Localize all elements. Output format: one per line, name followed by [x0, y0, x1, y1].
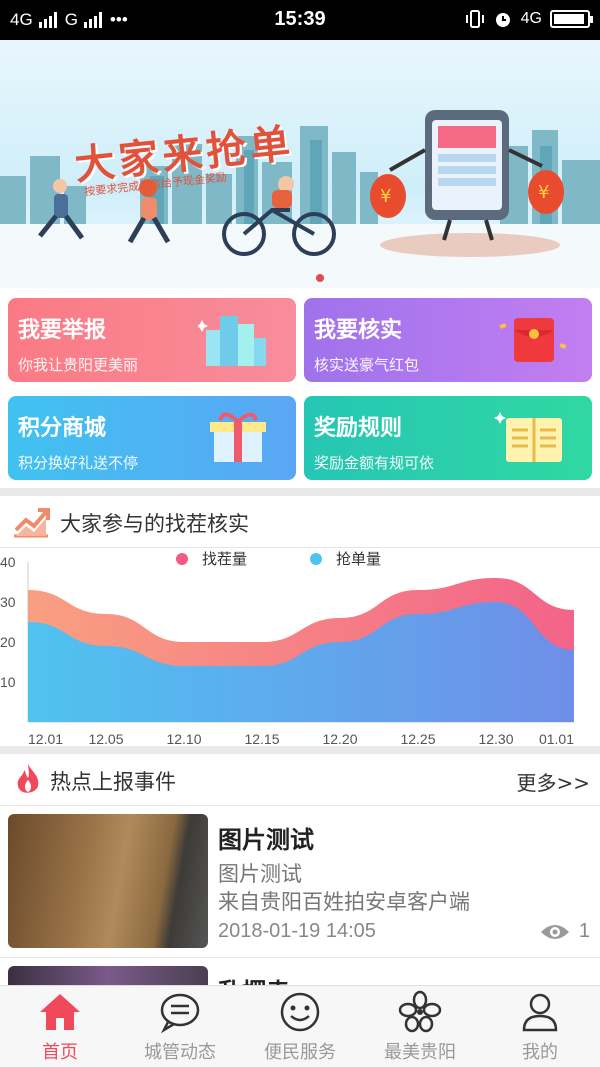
view-count-value: 1 — [578, 920, 590, 942]
red-envelope-icon — [499, 318, 567, 362]
smiley-icon — [280, 992, 320, 1032]
open-book-icon — [494, 412, 562, 462]
tab-profile[interactable]: 我的 — [480, 986, 600, 1067]
flame-icon — [17, 764, 39, 793]
section-separator — [0, 746, 600, 754]
home-icon — [40, 994, 80, 1030]
tab-home[interactable]: 首页 — [0, 986, 120, 1067]
status-bar: 4G G ••• 15:39 4G — [0, 0, 600, 40]
tab-profile-label: 我的 — [522, 1042, 558, 1063]
vibrate-icon — [465, 10, 484, 28]
carousel-dot-active[interactable] — [316, 274, 324, 282]
more-link[interactable]: 更多>> — [516, 767, 590, 796]
status-right: 4G — [465, 9, 593, 29]
svg-text:¥: ¥ — [380, 186, 391, 207]
x-tick-label: 12.25 — [400, 731, 435, 746]
bottom-tab-bar: 首页 城管动态 便民服务 最美贵阳 我的 — [0, 985, 600, 1067]
message-bubble-icon — [160, 993, 200, 1034]
network-4g-right-label: 4G — [520, 10, 542, 27]
tab-home-label: 首页 — [42, 1042, 78, 1063]
x-tick-label: 12.05 — [88, 731, 123, 746]
news-source: 来自贵阳百姓拍安卓客户端 — [218, 890, 470, 914]
user-icon — [522, 993, 558, 1032]
tile-points-mall[interactable]: 积分商城 积分换好礼送不停 — [8, 396, 296, 480]
chart-plot: 10 20 30 40 12.01 12.05 12.10 12.15 12.20 12.25 12… — [0, 554, 574, 746]
tab-services-label: 便民服务 — [264, 1042, 336, 1063]
battery-icon — [550, 10, 593, 28]
buildings-icon — [198, 316, 266, 366]
x-tick-label: 12.15 — [244, 731, 279, 746]
x-tick-label: 12.20 — [322, 731, 357, 746]
flower-icon — [398, 990, 442, 1033]
tab-beautiful-guiyang-label: 最美贵阳 — [384, 1042, 456, 1063]
tile-verify[interactable]: 我要核实 核实送豪气红包 — [304, 298, 592, 382]
news-date: 2018-01-19 14:05 — [218, 920, 376, 942]
participation-title: 大家参与的找茬核实 — [60, 512, 249, 536]
tab-beautiful-guiyang[interactable]: 最美贵阳 — [360, 986, 480, 1067]
quick-entry-grid: 我要举报 你我让贵阳更美丽 我要核实 核实送豪气红包 积分商城 积分换好礼送不停… — [8, 296, 592, 482]
news-thumbnail — [8, 814, 208, 948]
eye-icon — [540, 924, 569, 939]
tab-services[interactable]: 便民服务 — [240, 986, 360, 1067]
y-tick-label: 30 — [0, 594, 16, 610]
battery-level — [554, 14, 585, 24]
section-separator — [0, 488, 600, 496]
participation-header: 大家参与的找茬核实 — [0, 496, 600, 548]
svg-text:¥: ¥ — [538, 182, 549, 203]
x-tick-label: 12.01 — [28, 731, 63, 746]
x-tick-label: 12.30 — [478, 731, 513, 746]
runners-illustration — [38, 179, 171, 244]
news-description: 图片测试 — [218, 862, 302, 886]
phone-mascot-illustration: ¥ ¥ — [370, 110, 564, 257]
alarm-icon — [495, 13, 510, 27]
y-tick-label: 20 — [0, 634, 16, 650]
hot-events-header: 热点上报事件 更多>> — [0, 754, 600, 806]
hot-events-list: 图片测试 图片测试 来自贵阳百姓拍安卓客户端 2018-01-19 14:05 … — [0, 812, 600, 988]
hot-events-title: 热点上报事件 — [50, 770, 176, 794]
promo-banner[interactable]: 大家来抢单 按要求完成任务给予现金奖励 ¥ ¥ — [0, 40, 600, 288]
trend-chart-icon — [14, 508, 50, 538]
participation-chart: 找茬量 抢单量 10 20 30 40 12.01 12.05 12.10 12.15 12.2… — [0, 548, 600, 746]
news-title: 图片测试 — [218, 826, 314, 854]
tab-city-news-label: 城管动态 — [144, 1042, 216, 1063]
tab-city-news[interactable]: 城管动态 — [120, 986, 240, 1067]
view-count: 1 — [539, 920, 590, 943]
tile-report[interactable]: 我要举报 你我让贵阳更美丽 — [8, 298, 296, 382]
cyclist-illustration — [222, 176, 336, 256]
x-tick-label: 01.01 — [539, 731, 574, 746]
tile-reward-rules[interactable]: 奖励规则 奖励金额有规可依 — [304, 396, 592, 480]
gift-box-icon — [210, 412, 266, 462]
y-tick-label: 40 — [0, 554, 16, 570]
y-tick-label: 10 — [0, 674, 16, 690]
list-item[interactable]: 图片测试 图片测试 来自贵阳百姓拍安卓客户端 2018-01-19 14:05 … — [0, 812, 600, 958]
x-tick-label: 12.10 — [166, 731, 201, 746]
